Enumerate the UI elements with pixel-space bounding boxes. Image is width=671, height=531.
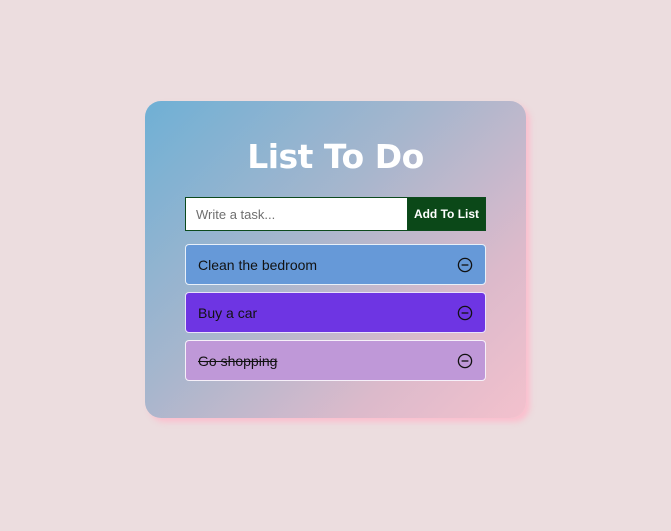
- app-title: List To Do: [247, 137, 424, 176]
- minus-circle-icon[interactable]: [457, 353, 473, 369]
- task-input[interactable]: [185, 197, 407, 231]
- task-label: Buy a car: [198, 304, 258, 321]
- minus-circle-icon[interactable]: [457, 305, 473, 321]
- task-item[interactable]: Buy a car: [185, 292, 486, 333]
- task-item[interactable]: Clean the bedroom: [185, 244, 486, 285]
- minus-circle-icon[interactable]: [457, 257, 473, 273]
- add-task-form: Add To List: [185, 197, 486, 231]
- todo-card: List To Do Add To List Clean the bedroom…: [145, 101, 526, 418]
- add-to-list-button[interactable]: Add To List: [407, 197, 486, 231]
- task-item[interactable]: Go shopping: [185, 340, 486, 381]
- task-label: Clean the bedroom: [198, 256, 318, 273]
- task-list: Clean the bedroom Buy a car Go shopping: [185, 244, 486, 388]
- task-label: Go shopping: [198, 352, 278, 369]
